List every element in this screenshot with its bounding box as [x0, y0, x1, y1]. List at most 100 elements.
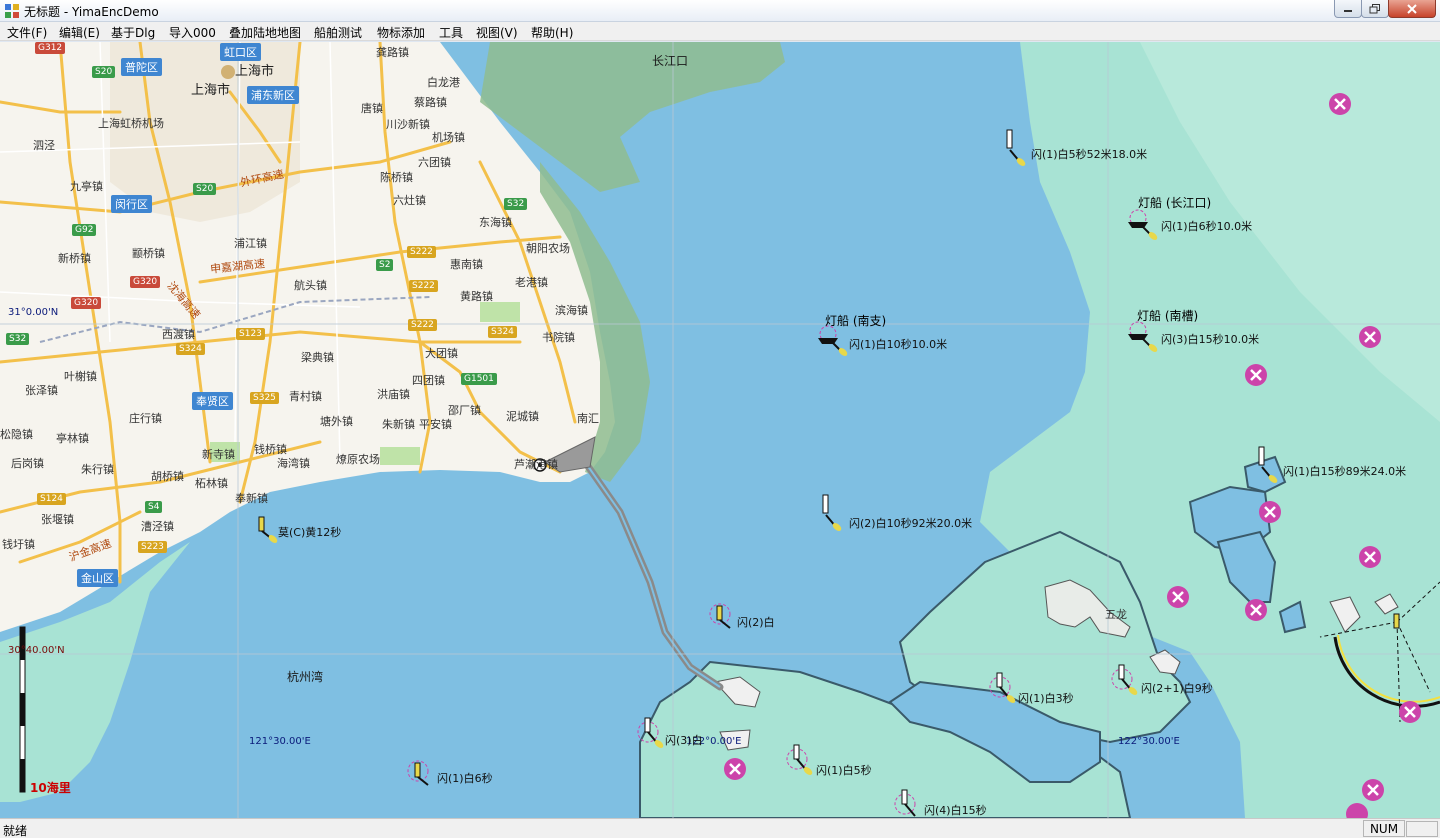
- town-label: 航头镇: [294, 279, 327, 292]
- title-bar[interactable]: 无标题 - YimaEncDemo: [0, 0, 1440, 22]
- lightship-light-changjiangkou: 闪(1)白6秒10.0米: [1161, 220, 1253, 233]
- town-label: 张泽镇: [25, 384, 58, 397]
- app-window: 无标题 - YimaEncDemo 文件(F) 编辑(E) 基于Dlg 导入00…: [0, 0, 1440, 838]
- road-shield: S32: [6, 333, 30, 345]
- town-label: 惠南镇: [450, 258, 483, 271]
- coord-lat-30-40: 30°40.00'N: [8, 645, 65, 656]
- road-shield: S222: [408, 319, 437, 331]
- menu-overlay-land-map[interactable]: 叠加陆地地图: [229, 24, 301, 41]
- menu-ship-test[interactable]: 船舶测试: [314, 24, 362, 41]
- town-label: 平安镇: [419, 418, 452, 431]
- town-label: 梁典镇: [301, 351, 334, 364]
- town-label: 庄行镇: [129, 412, 162, 425]
- town-label: 浦江镇: [234, 237, 267, 250]
- road-shield: S20: [193, 183, 217, 195]
- district-label: 虹口区: [220, 43, 261, 61]
- coord-lon-121-30: 121°30.00'E: [249, 736, 311, 747]
- maximize-button[interactable]: [1361, 0, 1389, 18]
- road-shield: S324: [176, 343, 205, 355]
- lightship-name-nanzhi[interactable]: 灯船 (南支): [825, 312, 886, 329]
- menu-edit[interactable]: 编辑(E): [59, 24, 100, 41]
- road-shield: S123: [236, 328, 265, 340]
- town-label: 陈桥镇: [380, 171, 413, 184]
- minimize-button[interactable]: [1334, 0, 1362, 18]
- chart-canvas: [0, 42, 1440, 818]
- lightship-light-nancao: 闪(3)白15秒10.0米: [1161, 333, 1260, 346]
- app-icon: [5, 4, 19, 18]
- town-label: 六团镇: [418, 156, 451, 169]
- town-label: 后岗镇: [11, 457, 44, 470]
- town-label: 青村镇: [289, 390, 322, 403]
- light-label[interactable]: 闪(2)白10秒92米20.0米: [849, 515, 972, 531]
- town-label: 白龙港: [427, 76, 460, 89]
- road-shield: G312: [35, 42, 66, 54]
- light-label[interactable]: 闪(4)白15秒: [924, 802, 987, 818]
- town-label: 颛桥镇: [132, 247, 165, 260]
- close-button[interactable]: [1388, 0, 1436, 18]
- road-shield: S325: [250, 392, 279, 404]
- minimize-icon: [1344, 9, 1352, 12]
- chart-map-view[interactable]: 长江口 杭州湾 31°0.00'N 30°40.00'N 121°30.00'E…: [0, 42, 1440, 818]
- town-label: 上海虹桥机场: [98, 117, 164, 130]
- menu-tools[interactable]: 工具: [439, 24, 463, 41]
- park-1: [480, 302, 520, 322]
- road-shield: S32: [504, 198, 528, 210]
- island-label: 五龙: [1105, 608, 1127, 621]
- light-label[interactable]: 闪(1)白5秒52米18.0米: [1031, 146, 1147, 162]
- town-label: 西渡镇: [162, 328, 195, 341]
- menu-import[interactable]: 导入000: [169, 24, 216, 41]
- town-label: 六灶镇: [393, 194, 426, 207]
- road-shield: S324: [488, 326, 517, 338]
- town-label: 松隐镇: [0, 428, 33, 441]
- road-shield: S4: [145, 501, 163, 513]
- menu-help[interactable]: 帮助(H): [531, 24, 573, 41]
- coord-lon-122-30: 122°30.00'E: [1118, 736, 1180, 747]
- town-label: 亭林镇: [56, 432, 89, 445]
- light-label[interactable]: 闪(1)白5秒: [816, 762, 872, 778]
- coord-lat-31: 31°0.00'N: [8, 307, 59, 318]
- town-label: 泥城镇: [506, 410, 539, 423]
- menu-view[interactable]: 视图(V): [476, 24, 518, 41]
- road-shield: G92: [72, 224, 97, 236]
- menu-bar: 文件(F) 编辑(E) 基于Dlg 导入000 叠加陆地地图 船舶测试 物标添加…: [0, 22, 1440, 41]
- town-label: 邵厂镇: [448, 404, 481, 417]
- town-label: 唐镇: [361, 102, 383, 115]
- window-title: 无标题 - YimaEncDemo: [24, 5, 159, 19]
- light-label[interactable]: 莫(C)黄12秒: [278, 524, 341, 540]
- town-label: 洪庙镇: [377, 388, 410, 401]
- scale-bar-label: 10海里: [30, 781, 71, 795]
- city-label: 上海市: [191, 83, 231, 98]
- restore-icon: [1369, 3, 1380, 13]
- lightship-name-changjiangkou[interactable]: 灯船 (长江口): [1138, 194, 1211, 211]
- town-label: 九亭镇: [70, 180, 103, 193]
- resize-grip-icon[interactable]: [1406, 821, 1438, 837]
- water-label-yangtze: 长江口: [652, 54, 689, 68]
- road-shield: G1501: [461, 373, 497, 385]
- road-shield: S222: [407, 246, 436, 258]
- town-label: 奉新镇: [235, 492, 268, 505]
- town-label: 胡桥镇: [151, 470, 184, 483]
- light-label[interactable]: 闪(2)白: [737, 614, 775, 630]
- lightship-light-nanzhi: 闪(1)白10秒10.0米: [849, 338, 948, 351]
- town-label: 芦潮港镇: [514, 458, 558, 471]
- light-label[interactable]: 闪(1)白6秒: [437, 770, 493, 786]
- menu-file[interactable]: 文件(F): [7, 24, 47, 41]
- light-label[interactable]: 闪(1)白15秒89米24.0米: [1283, 463, 1406, 479]
- town-label: 张堰镇: [41, 513, 74, 526]
- town-label: 龚路镇: [376, 46, 409, 59]
- town-label: 叶榭镇: [64, 370, 97, 383]
- lightship-name-nancao[interactable]: 灯船 (南槽): [1137, 307, 1198, 324]
- town-label: 海湾镇: [277, 457, 310, 470]
- city-marker: [221, 65, 235, 79]
- park-2: [380, 447, 420, 465]
- menu-dlg[interactable]: 基于Dlg: [111, 24, 155, 41]
- light-label[interactable]: 闪(1)白3秒: [1018, 690, 1074, 706]
- menu-add-object[interactable]: 物标添加: [377, 24, 425, 41]
- light-label[interactable]: 闪(3)白: [665, 732, 703, 748]
- town-label: 滨海镇: [555, 304, 588, 317]
- town-label: 泗泾: [33, 139, 55, 152]
- light-label[interactable]: 闪(2+1)白9秒: [1141, 680, 1213, 696]
- town-label: 四团镇: [412, 374, 445, 387]
- status-bar: 就绪 NUM: [0, 818, 1440, 838]
- donghai-bridge: [581, 458, 724, 691]
